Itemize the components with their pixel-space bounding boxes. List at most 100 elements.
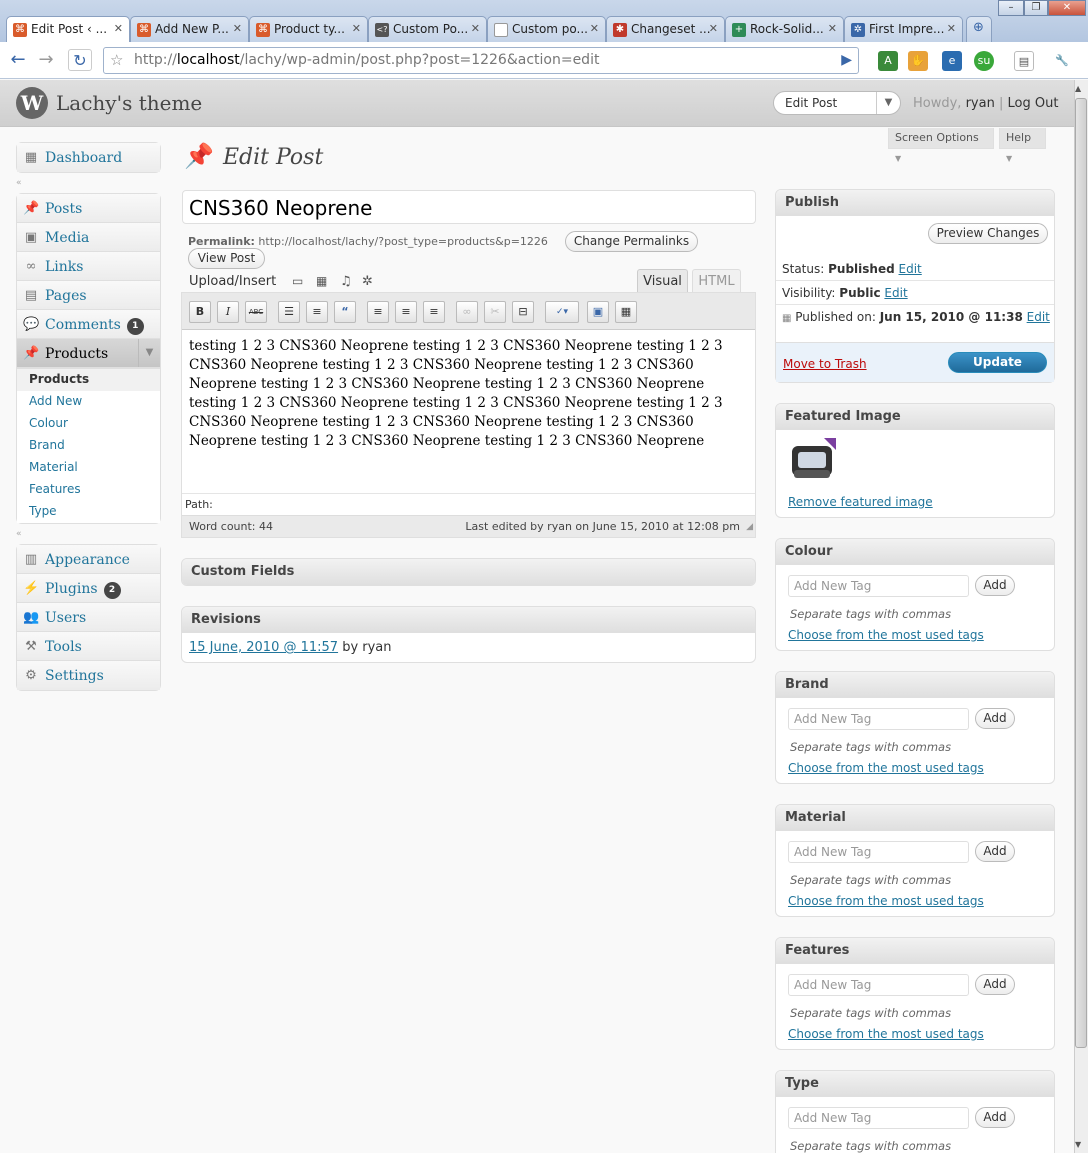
close-tab-icon[interactable]: ✕ [233, 22, 242, 35]
close-tab-icon[interactable]: ✕ [114, 22, 123, 35]
menu-item-settings[interactable]: ⚙ Settings [17, 661, 160, 690]
align-right-icon[interactable]: ≡ [423, 301, 445, 323]
menu-item-dashboard[interactable]: ▦ Dashboard [17, 143, 160, 172]
scrollbar-thumb[interactable] [1075, 98, 1087, 1048]
browser-tab[interactable]: Custom po... ✕ [487, 16, 606, 42]
browser-tab[interactable]: + Rock-Solid... ✕ [725, 16, 844, 42]
insert-link-icon[interactable]: ∞ [456, 301, 478, 323]
features-add-button[interactable]: Add [975, 974, 1015, 995]
address-bar[interactable]: ☆ http://localhost/lachy/wp-admin/post.ph… [103, 47, 859, 74]
post-title-input[interactable]: CNS360 Neoprene [182, 190, 756, 224]
align-center-icon[interactable]: ≡ [395, 301, 417, 323]
close-tab-icon[interactable]: ✕ [709, 22, 718, 35]
chevron-down-icon[interactable]: ▼ [876, 92, 900, 114]
colour-most-used-link[interactable]: Choose from the most used tags [788, 628, 984, 642]
maximize-window-icon[interactable]: ❐ [1024, 0, 1048, 16]
add-video-icon[interactable]: ▦ [316, 274, 327, 288]
features-tag-input[interactable]: Add New Tag [788, 974, 969, 996]
tab-html[interactable]: HTML [692, 269, 741, 293]
wrench-menu-icon[interactable]: 🔧 [1052, 51, 1072, 71]
submenu-item-add-new[interactable]: Add New [17, 391, 160, 413]
type-title[interactable]: Type [776, 1071, 1054, 1097]
menu-item-media[interactable]: ▣ Media [17, 223, 160, 252]
translate-extension-icon[interactable]: A [878, 51, 898, 71]
close-tab-icon[interactable]: ✕ [352, 22, 361, 35]
bullet-list-icon[interactable]: ☰ [278, 301, 300, 323]
menu-item-comments[interactable]: 💬 Comments 1 [17, 310, 160, 339]
spellcheck-icon[interactable]: ✓▾ [545, 301, 579, 323]
kitchen-sink-icon[interactable]: ▦ [615, 301, 637, 323]
site-name[interactable]: Lachy's theme [56, 91, 202, 115]
menu-item-users[interactable]: 👥 Users [17, 603, 160, 632]
browser-tab[interactable]: ⌘ Add New P... ✕ [130, 16, 249, 42]
page-menu-icon[interactable]: ▤ [1014, 51, 1034, 71]
bold-icon[interactable]: B [189, 301, 211, 323]
browser-tab[interactable]: <? Custom Po... ✕ [368, 16, 487, 42]
submenu-item-brand[interactable]: Brand [17, 435, 160, 457]
ie-tab-extension-icon[interactable]: e [942, 51, 962, 71]
type-tag-input[interactable]: Add New Tag [788, 1107, 969, 1129]
new-tab-button[interactable]: ⊕ [966, 16, 992, 42]
go-arrow-icon[interactable]: ▶ [841, 48, 852, 73]
tab-visual[interactable]: Visual [637, 269, 688, 293]
edit-status-link[interactable]: Edit [899, 262, 922, 276]
colour-tag-input[interactable]: Add New Tag [788, 575, 969, 597]
brand-most-used-link[interactable]: Choose from the most used tags [788, 761, 984, 775]
change-permalinks-button[interactable]: Change Permalinks [565, 231, 698, 252]
submenu-item-colour[interactable]: Colour [17, 413, 160, 435]
brand-add-button[interactable]: Add [975, 708, 1015, 729]
user-link[interactable]: ryan [966, 96, 995, 111]
features-title[interactable]: Features [776, 938, 1054, 964]
align-left-icon[interactable]: ≡ [367, 301, 389, 323]
scroll-down-icon[interactable]: ▼ [1075, 1140, 1081, 1149]
menu-item-links[interactable]: ∞ Links [17, 252, 160, 281]
publish-title[interactable]: Publish [776, 190, 1054, 216]
stumbleupon-extension-icon[interactable]: su [974, 51, 994, 71]
brand-title[interactable]: Brand [776, 672, 1054, 698]
insert-more-icon[interactable]: ⊟ [512, 301, 534, 323]
favorite-actions-dropdown[interactable]: Edit Post ▼ [773, 91, 901, 115]
italic-icon[interactable]: I [217, 301, 239, 323]
brand-tag-input[interactable]: Add New Tag [788, 708, 969, 730]
add-media-icon[interactable]: ✲ [362, 274, 373, 289]
menu-item-pages[interactable]: ▤ Pages [17, 281, 160, 310]
submenu-item-products[interactable]: Products [17, 369, 160, 391]
forward-arrow-icon[interactable]: → [34, 49, 58, 71]
edit-date-link[interactable]: Edit [1027, 310, 1050, 324]
blockquote-icon[interactable]: “ [334, 301, 356, 323]
update-button[interactable]: Update [948, 352, 1047, 373]
resize-handle-icon[interactable]: ◢ [746, 522, 753, 532]
move-to-trash-link[interactable]: Move to Trash [783, 357, 867, 371]
revision-link[interactable]: 15 June, 2010 @ 11:57 [189, 640, 338, 655]
material-add-button[interactable]: Add [975, 841, 1015, 862]
menu-item-tools[interactable]: ⚒ Tools [17, 632, 160, 661]
close-tab-icon[interactable]: ✕ [471, 22, 480, 35]
menu-item-posts[interactable]: 📌 Posts [17, 194, 160, 223]
submenu-toggle-icon[interactable]: ▼ [138, 339, 160, 367]
star-bookmark-icon[interactable]: ☆ [110, 48, 123, 73]
edit-visibility-link[interactable]: Edit [884, 286, 907, 300]
view-post-button[interactable]: View Post [188, 248, 265, 269]
editor-content[interactable]: testing 1 2 3 CNS360 Neoprene testing 1 … [189, 337, 749, 451]
menu-item-plugins[interactable]: ⚡ Plugins 2 [17, 574, 160, 603]
unlink-icon[interactable]: ✂ [484, 301, 506, 323]
type-add-button[interactable]: Add [975, 1107, 1015, 1128]
featured-image-title[interactable]: Featured Image [776, 404, 1054, 430]
fullscreen-icon[interactable]: ▣ [587, 301, 609, 323]
logout-link[interactable]: Log Out [1008, 96, 1059, 111]
strikethrough-icon[interactable]: ABC [245, 301, 267, 323]
numbered-list-icon[interactable]: ≡ [306, 301, 328, 323]
minimize-window-icon[interactable]: – [998, 0, 1024, 16]
featured-image-thumbnail[interactable] [788, 436, 838, 486]
help-button[interactable]: Help ▼ [999, 128, 1046, 163]
features-most-used-link[interactable]: Choose from the most used tags [788, 1027, 984, 1041]
colour-title[interactable]: Colour [776, 539, 1054, 565]
submenu-item-material[interactable]: Material [17, 457, 160, 479]
browser-tab[interactable]: ⌘ Edit Post ‹ ... ✕ [6, 16, 130, 43]
reload-icon[interactable]: ↻ [68, 49, 92, 71]
close-window-icon[interactable]: ✕ [1048, 0, 1086, 16]
browser-tab[interactable]: ✱ Changeset ... ✕ [606, 16, 725, 42]
add-audio-icon[interactable]: ♫ [340, 274, 352, 289]
revisions-title[interactable]: Revisions [182, 607, 755, 633]
permalink-url[interactable]: http://localhost/lachy/?post_type=produc… [258, 235, 548, 248]
